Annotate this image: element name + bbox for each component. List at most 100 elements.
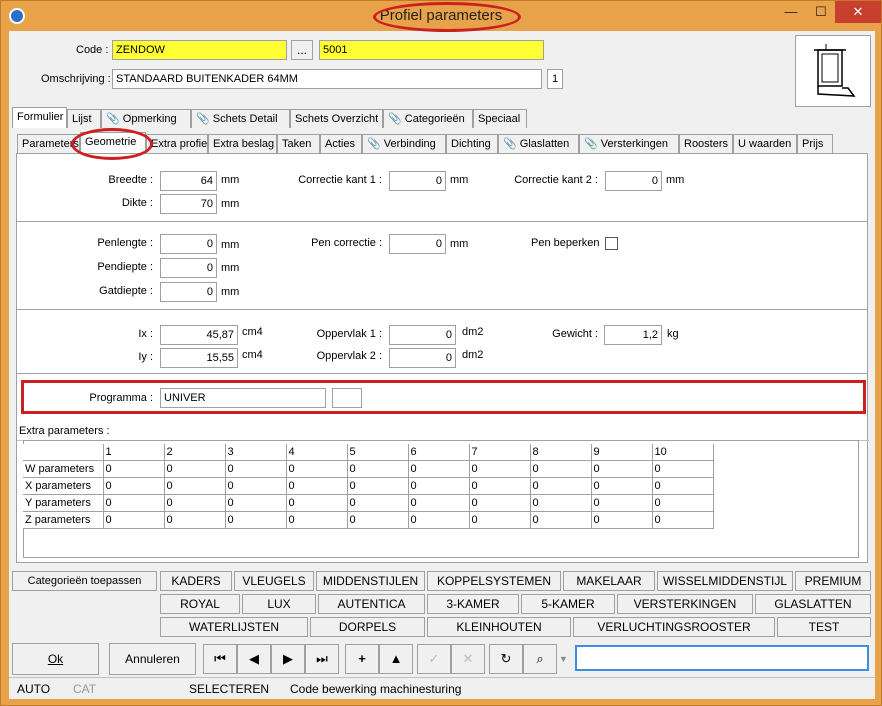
- grid-cell[interactable]: 0: [407, 510, 470, 529]
- subtab-roosters[interactable]: Roosters: [679, 134, 733, 153]
- category-button[interactable]: WATERLIJSTEN: [160, 617, 308, 637]
- grid-cell[interactable]: 0: [285, 459, 348, 478]
- close-button[interactable]: ✕: [835, 1, 881, 23]
- category-button[interactable]: DORPELS: [310, 617, 425, 637]
- search-input[interactable]: [575, 645, 869, 671]
- grid-cell[interactable]: 0: [590, 476, 653, 495]
- grid-cell[interactable]: 0: [102, 493, 165, 512]
- description-input[interactable]: STANDAARD BUITENKADER 64MM: [112, 69, 542, 89]
- pen-correctie-input[interactable]: 0: [389, 234, 446, 254]
- maximize-button[interactable]: ☐: [805, 1, 837, 23]
- subtab-extra-profiel[interactable]: Extra profiel: [146, 134, 210, 153]
- tab-opmerking[interactable]: 📎 Opmerking: [101, 109, 191, 128]
- refresh-icon[interactable]: ↻: [489, 644, 523, 674]
- grid-cell[interactable]: 0: [102, 476, 165, 495]
- grid-cell[interactable]: 0: [102, 510, 165, 529]
- up-arrow-icon[interactable]: ▲: [379, 644, 413, 674]
- grid-cell[interactable]: 0: [102, 459, 165, 478]
- last-record-icon[interactable]: ⏭: [305, 644, 339, 674]
- gatdiepte-input[interactable]: 0: [160, 282, 217, 302]
- category-button[interactable]: VERSTERKINGEN: [617, 594, 753, 614]
- pen-beperken-checkbox[interactable]: [605, 237, 618, 250]
- grid-cell[interactable]: 0: [529, 510, 592, 529]
- chevron-down-icon[interactable]: ▼: [559, 654, 568, 664]
- category-button[interactable]: VLEUGELS: [234, 571, 314, 591]
- grid-cell[interactable]: 0: [407, 476, 470, 495]
- grid-cell[interactable]: 0: [468, 493, 531, 512]
- code-number-input[interactable]: 5001: [319, 40, 544, 60]
- grid-cell[interactable]: 0: [346, 476, 409, 495]
- breedte-input[interactable]: 64: [160, 171, 217, 191]
- code-input[interactable]: ZENDOW: [112, 40, 287, 60]
- code-lookup-button[interactable]: ...: [291, 40, 313, 60]
- first-record-icon[interactable]: ⏮: [203, 644, 237, 674]
- grid-cell[interactable]: 0: [285, 493, 348, 512]
- category-button[interactable]: 3-KAMER: [427, 594, 519, 614]
- category-button[interactable]: LUX: [242, 594, 316, 614]
- subtab-prijs[interactable]: Prijs: [797, 134, 833, 153]
- previous-record-icon[interactable]: ◀: [237, 644, 271, 674]
- penlengte-input[interactable]: 0: [160, 234, 217, 254]
- grid-cell[interactable]: 0: [651, 476, 714, 495]
- category-button[interactable]: MIDDENSTIJLEN: [316, 571, 425, 591]
- grid-cell[interactable]: 0: [224, 510, 287, 529]
- subtab-taken[interactable]: Taken: [277, 134, 320, 153]
- grid-cell[interactable]: 0: [163, 493, 226, 512]
- grid-cell[interactable]: 0: [163, 510, 226, 529]
- grid-cell[interactable]: 0: [590, 459, 653, 478]
- grid-cell[interactable]: 0: [529, 476, 592, 495]
- subtab-glaslatten[interactable]: 📎 Glaslatten: [498, 134, 579, 153]
- tab-speciaal[interactable]: Speciaal: [473, 109, 527, 128]
- category-button[interactable]: ROYAL: [160, 594, 240, 614]
- category-button[interactable]: PREMIUM: [795, 571, 871, 591]
- grid-cell[interactable]: 0: [285, 476, 348, 495]
- cancel-button[interactable]: Annuleren: [109, 643, 196, 675]
- subtab-verbinding[interactable]: 📎 Verbinding: [362, 134, 446, 153]
- grid-cell[interactable]: 0: [285, 510, 348, 529]
- grid-cell[interactable]: 0: [346, 510, 409, 529]
- grid-cell[interactable]: 0: [346, 459, 409, 478]
- tab-schets-detail[interactable]: 📎 Schets Detail: [191, 109, 290, 128]
- grid-cell[interactable]: 0: [529, 493, 592, 512]
- tab-lijst[interactable]: Lijst: [67, 109, 101, 128]
- grid-cell[interactable]: 0: [407, 459, 470, 478]
- category-button[interactable]: AUTENTICA: [318, 594, 425, 614]
- subtab-acties[interactable]: Acties: [320, 134, 362, 153]
- grid-cell[interactable]: 0: [468, 510, 531, 529]
- subtab-extra-beslag[interactable]: Extra beslag: [208, 134, 277, 153]
- grid-cell[interactable]: 0: [590, 493, 653, 512]
- grid-cell[interactable]: 0: [224, 476, 287, 495]
- category-button[interactable]: GLASLATTEN: [755, 594, 871, 614]
- grid-cell[interactable]: 0: [529, 459, 592, 478]
- grid-cell[interactable]: 0: [651, 510, 714, 529]
- category-button[interactable]: TEST: [777, 617, 871, 637]
- grid-cell[interactable]: 0: [224, 493, 287, 512]
- grid-cell[interactable]: 0: [651, 459, 714, 478]
- category-button[interactable]: 5-KAMER: [521, 594, 615, 614]
- confirm-icon[interactable]: ✓: [417, 644, 451, 674]
- apply-categories-button[interactable]: Categorieën toepassen: [12, 571, 157, 591]
- category-button[interactable]: KADERS: [160, 571, 232, 591]
- category-button[interactable]: KLEINHOUTEN: [427, 617, 571, 637]
- subtab-u-waarden[interactable]: U waarden: [733, 134, 797, 153]
- dikte-input[interactable]: 70: [160, 194, 217, 214]
- minimize-button[interactable]: —: [775, 1, 807, 23]
- tab-formulier[interactable]: Formulier: [12, 107, 67, 128]
- gewicht-input[interactable]: 1,2: [604, 325, 662, 345]
- grid-cell[interactable]: 0: [346, 493, 409, 512]
- oppervlak-1-input[interactable]: 0: [389, 325, 456, 345]
- correctie-kant-1-input[interactable]: 0: [389, 171, 446, 191]
- grid-cell[interactable]: 0: [163, 459, 226, 478]
- extra-parameters-grid[interactable]: 1 2 3 4 5 6 7 8 9 10 W parameters 0 0 0 …: [23, 444, 714, 529]
- category-button[interactable]: WISSELMIDDENSTIJL: [657, 571, 793, 591]
- grid-cell[interactable]: 0: [163, 476, 226, 495]
- binoculars-icon[interactable]: ⌕: [523, 644, 557, 674]
- iy-input[interactable]: 15,55: [160, 348, 238, 368]
- grid-cell[interactable]: 0: [224, 459, 287, 478]
- oppervlak-2-input[interactable]: 0: [389, 348, 456, 368]
- grid-cell[interactable]: 0: [407, 493, 470, 512]
- pendiepte-input[interactable]: 0: [160, 258, 217, 278]
- category-button[interactable]: MAKELAAR: [563, 571, 655, 591]
- category-button[interactable]: VERLUCHTINGSROOSTER: [573, 617, 775, 637]
- correctie-kant-2-input[interactable]: 0: [605, 171, 662, 191]
